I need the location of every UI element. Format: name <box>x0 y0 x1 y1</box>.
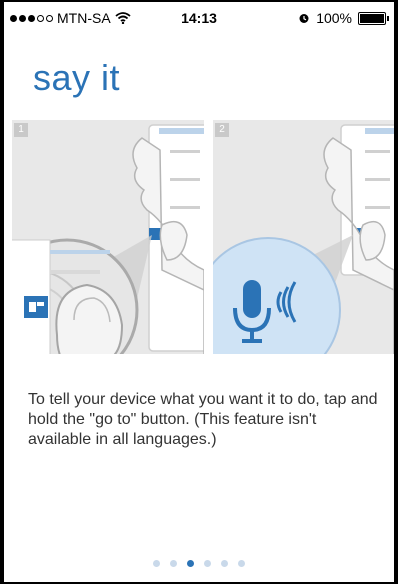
alarm-icon <box>299 14 309 23</box>
page-dot[interactable] <box>204 560 211 567</box>
instruction-text: To tell your device what you want it to … <box>28 391 378 448</box>
illustration-panel-1: 1 <box>12 120 204 354</box>
page-dot[interactable] <box>238 560 245 567</box>
panel-number: 1 <box>14 123 28 137</box>
page-dot[interactable] <box>153 560 160 567</box>
battery-icon <box>358 11 389 25</box>
status-bar: MTN-SA 14:13 100% <box>4 2 394 34</box>
panel-number: 2 <box>215 123 229 137</box>
app-screen: MTN-SA 14:13 100% say it 1 2 To tell you… <box>4 2 394 582</box>
illustration-panel-2: 2 <box>213 120 394 354</box>
page-dot[interactable] <box>170 560 177 567</box>
battery-percent: 100% <box>316 10 352 26</box>
status-right: 100% <box>298 10 389 26</box>
page-dot[interactable] <box>221 560 228 567</box>
tap-hold-illustration <box>12 124 204 354</box>
page-indicator[interactable] <box>4 560 394 567</box>
page-title: say it <box>33 57 121 98</box>
speak-illustration <box>213 124 394 354</box>
page-dot[interactable] <box>187 560 194 567</box>
